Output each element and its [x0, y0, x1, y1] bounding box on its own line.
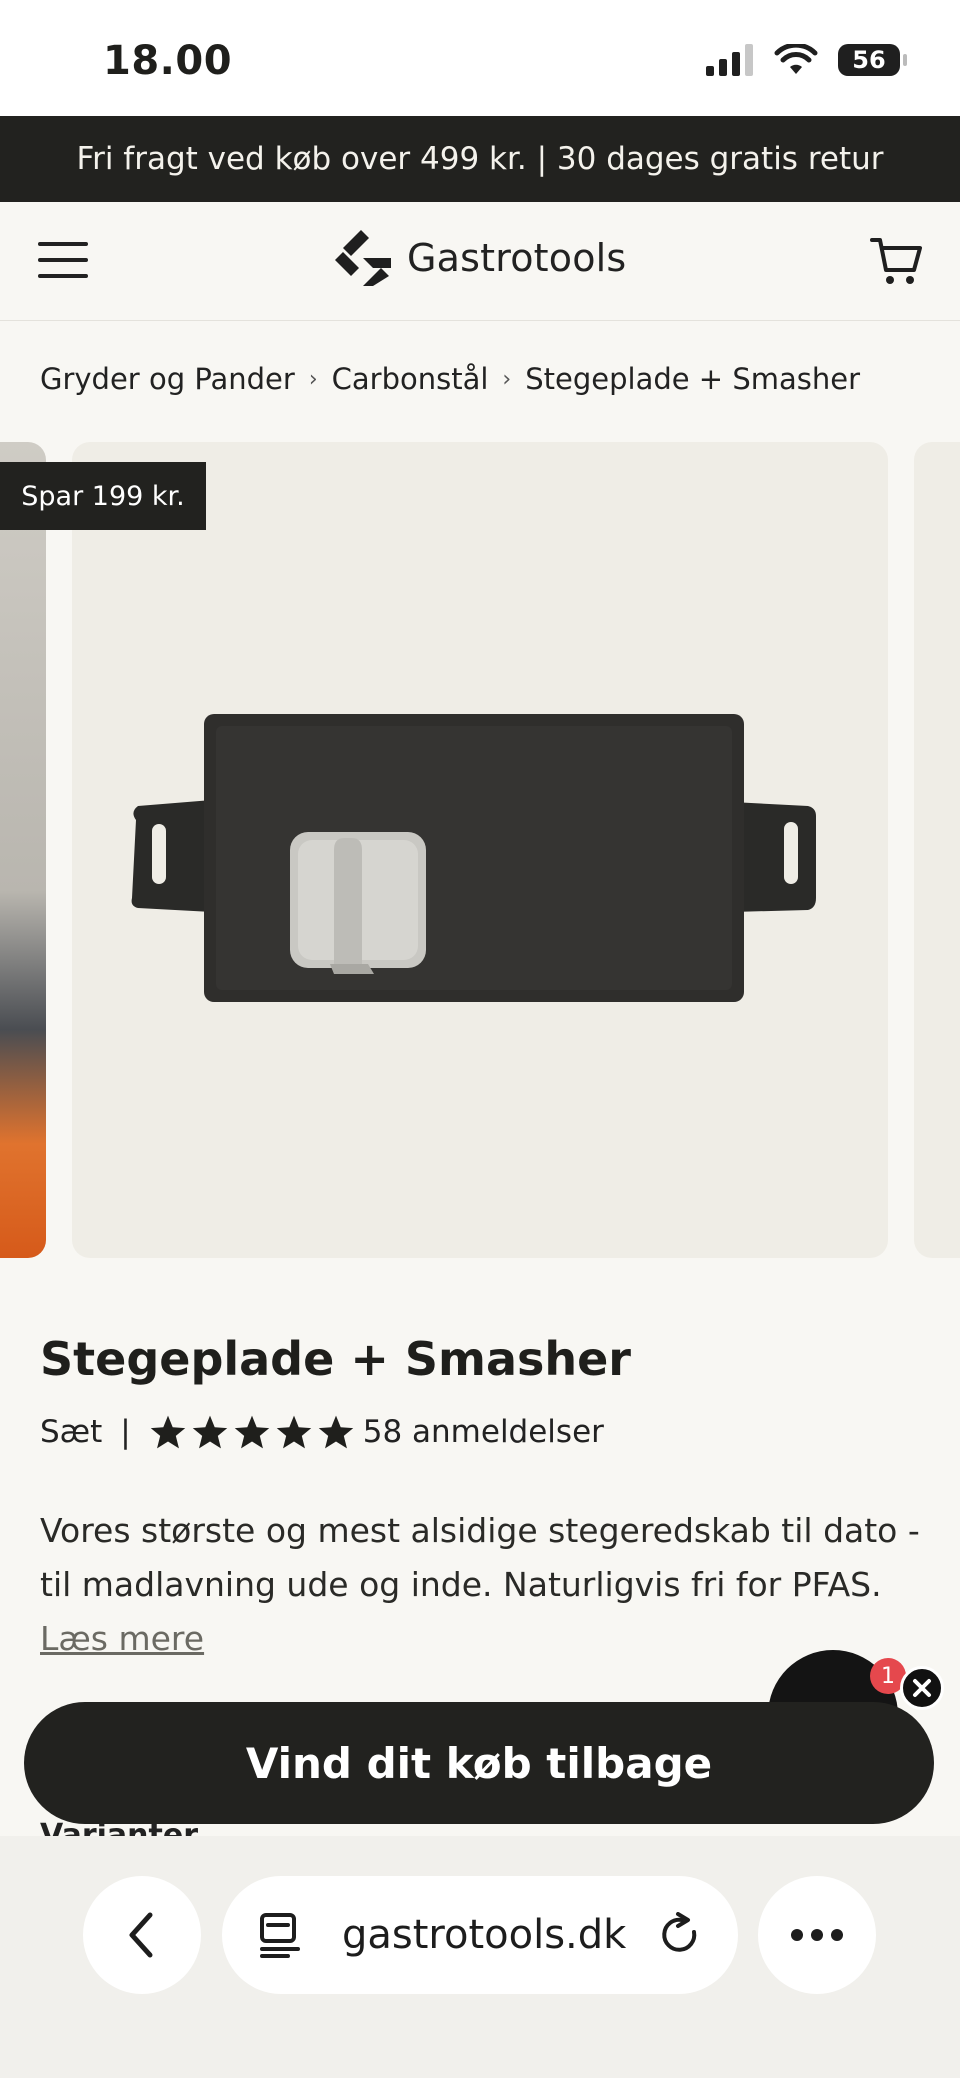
browser-address-bar[interactable]: gastrotools.dk [222, 1876, 738, 1994]
cart-button[interactable] [868, 232, 924, 288]
discount-badge: Spar 199 kr. [0, 462, 206, 530]
wifi-icon [774, 44, 818, 74]
site-header: Gastrotools [0, 202, 960, 321]
logo-text: Gastrotools [407, 236, 627, 280]
gallery-slide-main[interactable] [72, 442, 888, 1258]
status-icons: 56 [706, 44, 907, 76]
review-count-link[interactable]: 58 anmeldelser [363, 1414, 604, 1450]
gallery-slide-previous[interactable] [0, 442, 46, 1258]
logo-icon [335, 230, 391, 286]
gallery-slide-next[interactable] [914, 442, 960, 1258]
description-text: Vores største og mest alsidige stegereds… [40, 1511, 920, 1604]
more-icon [791, 1929, 843, 1941]
read-more-link[interactable]: Læs mere [40, 1619, 204, 1658]
chevron-right-icon: › [502, 366, 512, 392]
close-icon [913, 1679, 931, 1697]
site-logo[interactable]: Gastrotools [333, 228, 626, 288]
star-icon [192, 1415, 227, 1449]
close-widget-button[interactable] [900, 1666, 944, 1710]
breadcrumb-item-current: Stegeplade + Smasher [525, 362, 861, 396]
browser-back-button[interactable] [83, 1876, 201, 1994]
chevron-right-icon: › [308, 366, 318, 392]
product-meta: Sæt | 58 anmeldelser [40, 1414, 604, 1450]
promo-banner: Fri fragt ved køb over 499 kr. | 30 dage… [0, 116, 960, 202]
reload-icon[interactable] [658, 1912, 702, 1958]
menu-button[interactable] [38, 240, 90, 280]
star-icon [234, 1415, 269, 1449]
product-gallery[interactable]: Spar 199 kr. [0, 442, 960, 1260]
breadcrumb: Gryder og Pander › Carbonstål › Stegepla… [40, 362, 860, 396]
battery-icon: 56 [838, 44, 907, 76]
product-image [131, 714, 816, 1002]
star-icon [276, 1415, 311, 1449]
chevron-left-icon [129, 1912, 153, 1958]
cart-icon [870, 238, 922, 284]
status-bar: 18.00 56 [0, 0, 960, 116]
product-type: Sæt [40, 1414, 103, 1450]
breadcrumb-item-carbonstaal[interactable]: Carbonstål [332, 362, 489, 396]
product-description: Vores største og mest alsidige stegereds… [40, 1504, 920, 1666]
breadcrumb-item-gryder[interactable]: Gryder og Pander [40, 362, 295, 396]
browser-more-button[interactable] [758, 1876, 876, 1994]
meta-separator: | [120, 1414, 131, 1450]
page-menu-icon[interactable] [258, 1911, 302, 1959]
product-title: Stegeplade + Smasher [40, 1332, 631, 1386]
rating-stars[interactable] [149, 1414, 355, 1450]
star-icon [318, 1415, 353, 1449]
browser-toolbar: gastrotools.dk [0, 1836, 960, 2078]
win-back-purchase-button[interactable]: Vind dit køb tilbage [24, 1702, 934, 1824]
status-time: 18.00 [103, 38, 233, 84]
star-icon [150, 1415, 185, 1449]
url-text: gastrotools.dk [342, 1912, 627, 1958]
signal-icon [706, 44, 753, 76]
